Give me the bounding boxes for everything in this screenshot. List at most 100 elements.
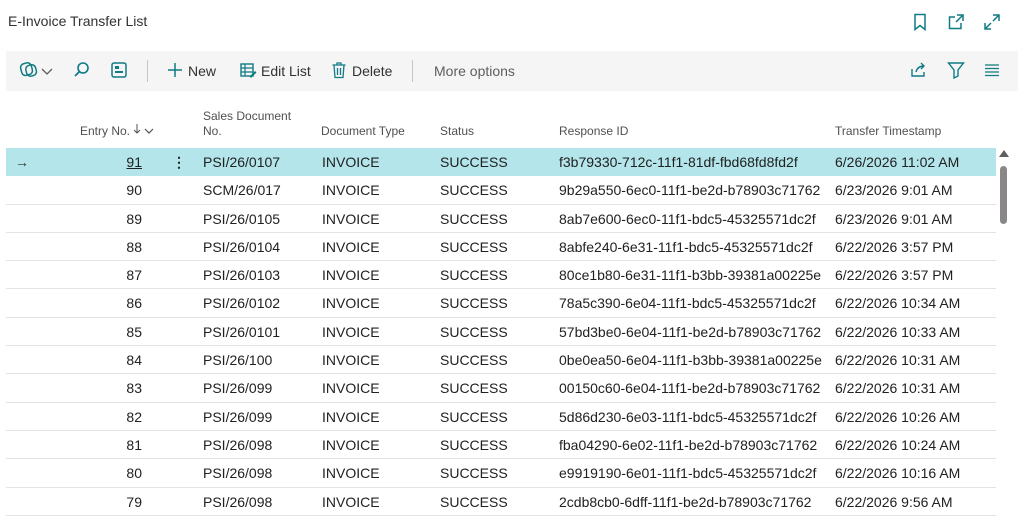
table-row[interactable]: 87 PSI/26/0103 INVOICE SUCCESS 80ce1b80-6e31… — [6, 261, 996, 290]
document-type-cell: INVOICE — [322, 295, 380, 312]
list-view-button[interactable] — [984, 51, 1000, 91]
transfer-timestamp-cell: 6/22/2026 10:16 AM — [835, 465, 961, 482]
column-header-response-id[interactable]: Response ID — [559, 124, 628, 139]
search-button[interactable] — [73, 51, 91, 91]
sales-document-no-cell: PSI/26/0105 — [203, 210, 281, 227]
sales-document-no-cell: PSI/26/0104 — [203, 238, 281, 255]
document-type-cell: INVOICE — [322, 323, 380, 340]
entry-no-cell: 79 — [126, 493, 142, 510]
sales-document-no-cell: PSI/26/098 — [203, 465, 273, 482]
sales-document-no-cell: PSI/26/0107 — [203, 154, 281, 170]
transfer-timestamp-cell: 6/22/2026 10:33 AM — [835, 323, 961, 340]
delete-button[interactable]: Delete — [331, 51, 392, 91]
response-id-cell: 00150c60-6e04-11f1-be2d-b78903c71762 — [559, 380, 821, 397]
bookmark-icon[interactable] — [909, 11, 931, 33]
table-row[interactable]: 84 PSI/26/100 INVOICE SUCCESS 0be0ea50-6e04-… — [6, 346, 996, 375]
table-row[interactable]: 82 PSI/26/099 INVOICE SUCCESS 5d86d230-6e03-… — [6, 403, 996, 431]
sales-document-no-cell: SCM/26/017 — [203, 182, 281, 199]
response-id-cell: fba04290-6e02-11f1-be2d-b78903c71762 — [559, 436, 818, 453]
entry-no-cell: 87 — [126, 267, 142, 284]
table-row[interactable]: 85 PSI/26/0101 INVOICE SUCCESS 57bd3be0-6e04… — [6, 318, 996, 347]
scrollbar-thumb[interactable] — [1000, 166, 1007, 224]
edit-list-icon — [239, 61, 257, 82]
expand-icon[interactable] — [981, 11, 1003, 33]
entry-no-cell[interactable]: 91 — [6, 148, 142, 176]
column-header-sales-document-no[interactable]: Sales Document No. — [203, 109, 291, 139]
document-type-cell: INVOICE — [322, 408, 380, 425]
copilot-icon — [19, 60, 39, 83]
sales-document-no-cell: PSI/26/0101 — [203, 323, 281, 340]
sales-document-no-cell: PSI/26/0102 — [203, 295, 281, 312]
column-header-label: Sales Document — [203, 109, 292, 123]
share-button[interactable] — [909, 51, 927, 91]
transfer-timestamp-cell: 6/23/2026 9:01 AM — [835, 182, 953, 199]
document-type-cell: INVOICE — [322, 436, 380, 453]
document-type-cell: INVOICE — [322, 182, 380, 199]
more-options-button[interactable]: More options — [434, 51, 515, 91]
column-header-document-type[interactable]: Document Type — [321, 124, 405, 139]
entry-no-cell: 88 — [126, 238, 142, 255]
edit-list-label: Edit List — [261, 63, 311, 79]
chevron-down-icon — [41, 63, 53, 79]
status-cell: SUCCESS — [440, 352, 508, 369]
scroll-up-arrow-icon[interactable] — [999, 150, 1009, 157]
document-type-cell: INVOICE — [322, 238, 380, 255]
filter-icon — [947, 61, 965, 82]
table-row[interactable]: 83 PSI/26/099 INVOICE SUCCESS 00150c60-6e04-… — [6, 374, 996, 403]
document-type-cell: INVOICE — [322, 493, 380, 510]
action-bar: New Edit List Delete More options — [6, 51, 1018, 91]
table-row[interactable]: 81 PSI/26/098 INVOICE SUCCESS fba04290-6e02-… — [6, 431, 996, 460]
vertical-scrollbar[interactable] — [997, 148, 1011, 517]
status-cell: SUCCESS — [440, 295, 508, 312]
open-in-new-window-icon[interactable] — [945, 11, 967, 33]
table-row[interactable]: 86 PSI/26/0102 INVOICE SUCCESS 78a5c390-6e04… — [6, 289, 996, 318]
sales-document-no-cell: PSI/26/098 — [203, 436, 273, 453]
new-button[interactable]: New — [166, 51, 216, 91]
entry-no-cell: 83 — [126, 380, 142, 397]
status-cell: SUCCESS — [440, 238, 508, 255]
status-cell: SUCCESS — [440, 154, 508, 170]
entry-no-cell: 84 — [126, 352, 142, 369]
column-header-entry-no[interactable]: Entry No. — [80, 124, 154, 139]
table-row[interactable]: → ⋮ 91 PSI/26/0107 INVOICE SUCCESS f3b79330-71… — [6, 148, 996, 177]
response-id-cell: 78a5c390-6e04-11f1-bdc5-45325571dc2f — [559, 295, 816, 312]
sales-document-no-cell: PSI/26/0103 — [203, 267, 281, 284]
table-row[interactable]: 88 PSI/26/0104 INVOICE SUCCESS 8abfe240-6e31… — [6, 233, 996, 262]
table-row[interactable]: 79 PSI/26/098 INVOICE SUCCESS 2cdb8cb0-6dff-… — [6, 488, 996, 516]
transfer-timestamp-cell: 6/22/2026 10:26 AM — [835, 408, 961, 425]
sort-descending-icon — [133, 124, 141, 139]
column-header-status[interactable]: Status — [440, 124, 474, 139]
table-row[interactable]: 80 PSI/26/098 INVOICE SUCCESS e9919190-6e01-… — [6, 459, 996, 488]
transfer-timestamp-cell: 6/22/2026 3:57 PM — [835, 267, 954, 284]
new-button-label: New — [188, 63, 217, 79]
table-row[interactable]: 89 PSI/26/0105 INVOICE SUCCESS 8ab7e600-6ec0… — [6, 205, 996, 233]
status-cell: SUCCESS — [440, 182, 508, 199]
transfer-list-grid: → ⋮ 91 PSI/26/0107 INVOICE SUCCESS f3b79330-71… — [6, 148, 996, 516]
status-cell: SUCCESS — [440, 323, 508, 340]
edit-list-button[interactable]: Edit List — [239, 51, 311, 91]
response-id-cell: f3b79330-712c-11f1-81df-fbd68fd8fd2f — [559, 154, 798, 170]
entry-no-cell: 85 — [126, 323, 142, 340]
response-id-cell: 0be0ea50-6e04-11f1-b3bb-39381a00225e — [559, 352, 822, 369]
analysis-mode-button[interactable] — [110, 51, 128, 91]
status-cell: SUCCESS — [440, 408, 508, 425]
toolbar-divider — [412, 60, 413, 82]
document-type-cell: INVOICE — [322, 210, 380, 227]
sales-document-no-cell: PSI/26/098 — [203, 493, 273, 510]
table-row[interactable]: 90 SCM/26/017 INVOICE SUCCESS 9b29a550-6ec0-… — [6, 176, 996, 205]
copilot-menu-button[interactable] — [19, 51, 53, 91]
trash-icon — [331, 61, 347, 82]
column-header-transfer-timestamp[interactable]: Transfer Timestamp — [835, 124, 941, 139]
transfer-timestamp-cell: 6/22/2026 10:31 AM — [835, 352, 961, 369]
entry-no-cell: 80 — [126, 465, 142, 482]
more-options-label: More options — [434, 63, 515, 79]
list-icon — [984, 62, 1000, 81]
row-actions-menu-icon[interactable]: ⋮ — [172, 148, 186, 176]
filter-button[interactable] — [947, 51, 965, 91]
document-type-cell: INVOICE — [322, 465, 380, 482]
status-cell: SUCCESS — [440, 465, 508, 482]
transfer-timestamp-cell: 6/23/2026 9:01 AM — [835, 210, 953, 227]
transfer-timestamp-cell: 6/26/2026 11:02 AM — [835, 154, 960, 170]
page-title: E-Invoice Transfer List — [8, 13, 148, 29]
transfer-timestamp-cell: 6/22/2026 10:24 AM — [835, 436, 961, 453]
